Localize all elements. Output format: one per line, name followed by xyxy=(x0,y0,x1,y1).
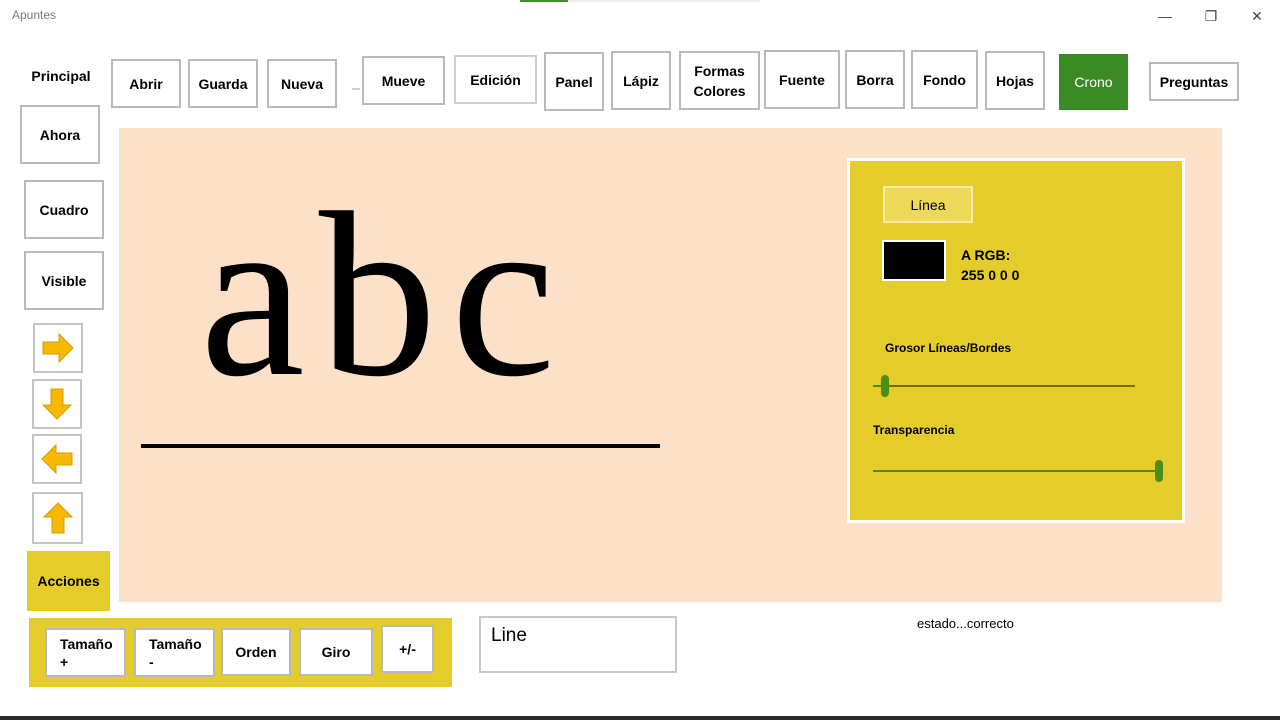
tamano-plus-button[interactable]: Tamaño + xyxy=(45,628,126,677)
move-up-button[interactable] xyxy=(32,492,83,544)
status-text: estado...correcto xyxy=(917,616,1014,631)
move-down-button[interactable] xyxy=(32,379,82,429)
restore-button[interactable]: ❐ xyxy=(1188,4,1234,28)
acciones-button[interactable]: Acciones xyxy=(27,551,110,611)
grosor-slider-fill xyxy=(873,385,881,387)
giro-button[interactable]: Giro xyxy=(299,628,373,676)
fondo-button[interactable]: Fondo xyxy=(911,50,978,109)
edicion-button[interactable]: Edición xyxy=(454,55,537,104)
tamano-plus-label: Tamaño + xyxy=(60,635,113,670)
grosor-slider[interactable] xyxy=(873,374,1135,398)
loading-progress-bar xyxy=(520,0,760,2)
canvas-text-abc[interactable]: abc xyxy=(200,178,570,414)
arrow-left-icon xyxy=(41,443,73,475)
lapiz-button[interactable]: Lápiz xyxy=(611,51,671,110)
cuadro-button[interactable]: Cuadro xyxy=(24,180,104,239)
shape-name-field[interactable]: Line xyxy=(479,616,677,673)
transparencia-slider-thumb[interactable] xyxy=(1155,460,1163,482)
move-right-button[interactable] xyxy=(33,323,83,373)
crono-button[interactable]: Crono xyxy=(1059,54,1128,110)
arrow-down-icon xyxy=(41,388,73,420)
taskbar-strip xyxy=(0,716,1280,720)
plus-minus-button[interactable]: +/- xyxy=(381,625,434,673)
transparencia-label: Transparencia xyxy=(873,423,955,437)
orden-button[interactable]: Orden xyxy=(221,628,291,676)
loading-progress-fill xyxy=(520,0,568,2)
fuente-button[interactable]: Fuente xyxy=(764,50,840,109)
borra-button[interactable]: Borra xyxy=(845,50,905,109)
mueve-button[interactable]: Mueve xyxy=(362,56,445,105)
grosor-label: Grosor Líneas/Bordes xyxy=(885,341,1012,355)
linea-button[interactable]: Línea xyxy=(883,186,973,223)
rgb-readout: A RGB: 255 0 0 0 xyxy=(961,245,1019,285)
minimize-icon: — xyxy=(1158,8,1172,24)
guarda-button[interactable]: Guarda xyxy=(188,59,258,108)
transparencia-slider[interactable] xyxy=(873,459,1163,483)
close-icon: ✕ xyxy=(1251,7,1263,24)
nueva-button[interactable]: Nueva xyxy=(267,59,337,108)
close-button[interactable]: ✕ xyxy=(1234,4,1280,28)
color-swatch[interactable] xyxy=(882,240,946,281)
rgb-value: 255 0 0 0 xyxy=(961,267,1020,283)
ahora-button[interactable]: Ahora xyxy=(20,105,100,164)
tamano-minus-label: Tamaño - xyxy=(149,635,202,670)
grosor-slider-thumb[interactable] xyxy=(881,375,889,397)
rgb-label: A RGB: xyxy=(961,247,1011,263)
restore-icon: ❐ xyxy=(1204,7,1218,24)
toolbar-divider xyxy=(352,88,360,90)
tamano-minus-button[interactable]: Tamaño - xyxy=(134,628,215,677)
grosor-slider-track xyxy=(889,385,1135,387)
hojas-button[interactable]: Hojas xyxy=(985,51,1045,110)
abrir-button[interactable]: Abrir xyxy=(111,59,181,108)
arrow-up-icon xyxy=(42,502,73,534)
visible-button[interactable]: Visible xyxy=(24,251,104,310)
principal-label: Principal xyxy=(31,68,91,84)
minimize-button[interactable]: — xyxy=(1142,4,1188,28)
transparencia-slider-fill xyxy=(873,470,1155,472)
window-title: Apuntes xyxy=(12,8,57,22)
move-left-button[interactable] xyxy=(32,434,82,484)
arrow-right-icon xyxy=(42,332,74,364)
canvas-line-shape[interactable] xyxy=(141,444,660,448)
preguntas-button[interactable]: Preguntas xyxy=(1149,62,1239,101)
panel-button[interactable]: Panel xyxy=(544,52,604,111)
formas-colores-button[interactable]: Formas Colores xyxy=(679,51,760,110)
